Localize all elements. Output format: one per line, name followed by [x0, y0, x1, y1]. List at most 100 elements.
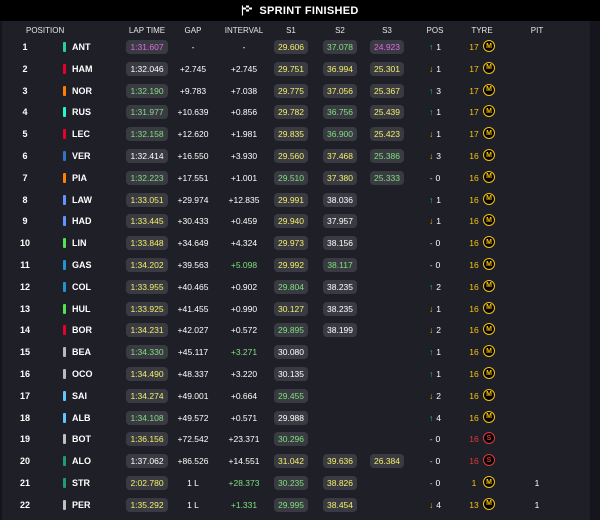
table-row[interactable]: 22 PER 1:35.292 1 L +1.331 29.995 38.454 ↓ 4 13 M 1: [2, 495, 590, 515]
tyre-age: 16: [469, 347, 479, 358]
tyre-compound: M: [483, 170, 495, 183]
table-row[interactable]: 17 SAI 1:34.274 +49.001 +0.664 29.455 ↓ 2 16 M: [2, 386, 590, 406]
gap-value: +30.433: [177, 216, 209, 227]
table-row[interactable]: 12 COL 1:33.955 +40.465 +0.902 29.804 38.235 ↑ 2…: [2, 277, 590, 297]
col-lap-time-header[interactable]: LAP TIME: [122, 26, 172, 35]
table-row[interactable]: 2 HAM 1:32.046 +2.745 +2.745 29.751 36.994 25.3…: [2, 59, 590, 79]
gap-value: +17.551: [177, 172, 209, 183]
driver-code: STR: [72, 478, 90, 488]
col-tyre-header[interactable]: TYRE: [464, 26, 500, 35]
sector-1-time: 30.135: [274, 367, 308, 381]
sector-2-time-cell: 37.056: [319, 83, 361, 98]
team-color-bar: [63, 194, 66, 205]
driver-code: GAS: [72, 260, 92, 270]
medium-tyre-icon: M: [483, 367, 497, 381]
table-row[interactable]: 16 OCO 1:34.490 +48.337 +3.220 30.135 ↑ 1 16 M: [2, 364, 590, 384]
medium-tyre-icon: M: [483, 388, 497, 403]
driver-code: OCO: [72, 369, 93, 379]
col-position-header[interactable]: POSITION: [26, 26, 76, 35]
team-color-bar: [63, 63, 66, 74]
table-row[interactable]: 21 STR 2:02.780 1 L +28.373 30.235 38.826-0 1 M 1: [2, 473, 590, 493]
sector-1-time: 29.782: [274, 105, 308, 120]
lap-time-cell: 1:34.108: [122, 410, 172, 425]
dash-icon: -: [429, 478, 433, 488]
lap-time-cell: 1:34.274: [122, 388, 172, 403]
tyre-compound: M: [483, 410, 495, 423]
position-change: ↑ 3: [415, 86, 455, 96]
lap-time: 1:33.051: [126, 192, 168, 207]
col-s1-header[interactable]: S1: [270, 26, 312, 35]
table-row[interactable]: 9 HAD 1:33.445 +30.433 +0.459 29.940 37.957 ↓ 1 1…: [2, 211, 590, 231]
table-row[interactable]: 7 PIA 1:32.223 +17.551 +1.001 29.510 37.380 25.…: [2, 168, 590, 188]
sector-1-time: 29.560: [274, 149, 308, 163]
pit-stops: 1: [534, 478, 540, 488]
tyre-compound: M: [483, 345, 495, 358]
position-change: ↑ 1: [415, 107, 455, 117]
tyre-age: 16: [469, 216, 479, 227]
table-row[interactable]: 15 BEA 1:34.330 +45.117 +3.271 30.080 ↑ 1 16 M: [2, 342, 590, 362]
team-color-bar: [63, 216, 66, 227]
position-change: ↑ 1: [415, 347, 455, 357]
driver-code: BOR: [72, 325, 92, 336]
sector-3-time-cell: 25.367: [366, 83, 408, 98]
sector-2-time: 37.078: [323, 40, 357, 54]
gap-value: +45.117: [177, 347, 209, 358]
table-row[interactable]: 6 VER 1:32.414 +16.550 +3.930 29.560 37.468 25.…: [2, 146, 590, 166]
position-number: 7: [22, 172, 28, 183]
table-row[interactable]: 13 HUL 1:33.925 +41.455 +0.990 30.127 38.235 ↓ 1…: [2, 299, 590, 319]
interval-value: +1.001: [230, 172, 258, 183]
table-row[interactable]: 18 ALB 1:34.108 +49.572 +0.571 29.988 ↑ 4 16 M: [2, 408, 590, 428]
position-change: ↓ 2: [415, 391, 455, 401]
tyre-age: 17: [469, 129, 479, 140]
table-row[interactable]: 4 RUS 1:31.977 +10.639 +0.856 29.782 36.756 25.…: [2, 102, 590, 122]
position-number: 16: [19, 369, 30, 379]
position-change: ↑ 4: [415, 413, 455, 423]
gap-value: +10.639: [177, 107, 209, 118]
table-row[interactable]: 5 LEC 1:32.158 +12.620 +1.981 29.835 36.900 25.…: [2, 124, 590, 144]
sector-1-time-cell: 29.560: [270, 149, 312, 163]
team-color-bar: [63, 369, 66, 379]
arrow-up-icon: ↑: [429, 194, 434, 205]
interval-value: +0.990: [230, 303, 258, 314]
position-change: ↓ 1: [415, 64, 455, 74]
arrow-up-icon: ↑: [429, 347, 434, 358]
table-row[interactable]: 19 BOT 1:36.156 +72.542 +23.371 30.296 -0 16 S: [2, 429, 590, 449]
sector-2-time-cell: 38.235: [319, 279, 361, 294]
tyre-age: 16: [469, 172, 479, 183]
table-row[interactable]: 1 ANT 1:31.607- -29.606 37.078 24.923 ↑ 1 17 M: [2, 37, 590, 57]
lap-time-cell: 1:37.062: [122, 454, 172, 469]
driver-code: BEA: [72, 347, 92, 358]
col-pit-header[interactable]: PIT: [522, 26, 552, 35]
medium-tyre-icon: M: [483, 301, 497, 316]
gap-value: +48.337: [177, 369, 209, 379]
medium-tyre-icon: M: [483, 40, 497, 54]
col-s3-header[interactable]: S3: [366, 26, 408, 35]
table-row[interactable]: 10 LIN 1:33.848 +34.649 +4.324 29.973 38.156 -0…: [2, 233, 590, 253]
medium-tyre-icon: M: [483, 476, 497, 490]
gap-value: +86.526: [177, 456, 209, 467]
lap-time-cell: 1:31.607: [122, 40, 172, 54]
lap-time: 1:34.274: [126, 388, 168, 403]
table-row[interactable]: 8 LAW 1:33.051 +29.974 +12.835 29.991 38.036 ↑ 1…: [2, 190, 590, 210]
col-pos-change-header[interactable]: POS: [415, 26, 455, 35]
table-row[interactable]: 3 NOR 1:32.190 +9.783 +7.038 29.775 37.056 25.3…: [2, 81, 590, 101]
driver-code: LIN: [72, 238, 87, 249]
sector-1-time-cell: 29.775: [270, 83, 312, 98]
lap-time: 1:32.223: [126, 170, 168, 185]
lap-time: 1:34.202: [126, 258, 168, 272]
lap-time: 1:34.490: [126, 367, 168, 381]
col-gap-header[interactable]: GAP: [172, 26, 214, 35]
interval-value: +23.371: [228, 434, 260, 445]
sector-3-time: 26.384: [370, 454, 404, 469]
medium-tyre-icon: M: [483, 410, 497, 425]
lap-time: 1:33.955: [126, 279, 168, 294]
team-color-bar: [63, 303, 66, 314]
position-number: 12: [19, 281, 30, 292]
col-interval-header[interactable]: INTERVAL: [220, 26, 268, 35]
table-row[interactable]: 20 ALO 1:37.062 +86.526 +14.551 31.042 39.636 2…: [2, 451, 590, 471]
table-row[interactable]: 14 BOR 1:34.231 +42.027 +0.572 29.895 38.199 ↓ 2…: [2, 320, 590, 340]
sector-2-time: 38.036: [323, 192, 357, 207]
table-row[interactable]: 11 GAS 1:34.202 +39.563 +5.098 29.992 38.117 -0…: [2, 255, 590, 275]
lap-time: 1:33.848: [126, 236, 168, 251]
col-s2-header[interactable]: S2: [319, 26, 361, 35]
